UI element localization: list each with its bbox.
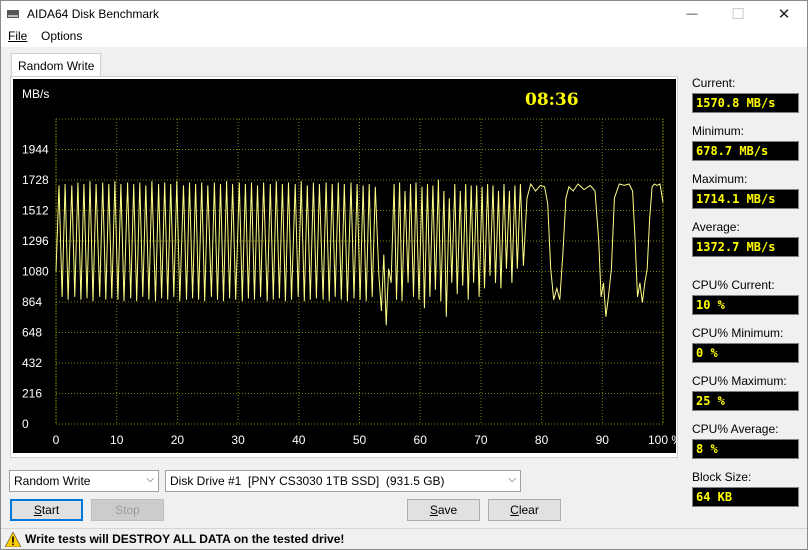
start-label: tart: [41, 503, 60, 517]
current-label: Current:: [692, 76, 736, 90]
y-tick-label: 1296: [22, 234, 49, 248]
save-mnemonic: S: [429, 503, 438, 517]
menu-bar: File Options: [1, 27, 807, 47]
tab-label: Random Write: [18, 59, 95, 73]
warning-text: Write tests will DESTROY ALL DATA on the…: [25, 532, 345, 546]
y-tick-label: 216: [22, 387, 42, 401]
maximum-label: Maximum:: [692, 172, 748, 186]
disk-drive-icon: [7, 10, 19, 18]
close-button[interactable]: ✕: [761, 1, 807, 27]
benchmark-chart: 1944 1728 1512 1296 1080 864 648 432 216 0 0 10 20 3…: [22, 87, 676, 447]
minimize-button[interactable]: —: [669, 1, 715, 27]
save-label: ave: [437, 503, 458, 517]
average-label: Average:: [692, 220, 740, 234]
stop-label: Stop: [115, 503, 140, 517]
minimum-value: 678.7 MB/s: [692, 141, 799, 161]
x-tick-label: 90: [596, 433, 610, 447]
stop-button[interactable]: Stop: [91, 499, 164, 521]
x-tick-label: 40: [292, 433, 306, 447]
current-value: 1570.8 MB/s: [692, 93, 799, 113]
start-button[interactable]: Start: [10, 499, 83, 521]
cpu-average-value: 8 %: [692, 439, 799, 459]
cpu-maximum-label: CPU% Maximum:: [692, 374, 787, 388]
drive-select[interactable]: Disk Drive #1 [PNY CS3030 1TB SSD] (931.…: [165, 470, 521, 492]
cpu-maximum-value: 25 %: [692, 391, 799, 411]
y-tick-label: 648: [22, 326, 42, 340]
elapsed-timer: 08:36: [525, 90, 579, 110]
x-tick-label: 10: [110, 433, 124, 447]
clear-button[interactable]: Clear: [488, 499, 561, 521]
maximum-value: 1714.1 MB/s: [692, 189, 799, 209]
aida64-window: AIDA64 Disk Benchmark — ☐ ✕ File Options…: [0, 0, 808, 550]
block-size-value: 64 KB: [692, 487, 799, 507]
y-tick-label: 1944: [22, 143, 49, 157]
cpu-current-value: 10 %: [692, 295, 799, 315]
cpu-average-label: CPU% Average:: [692, 422, 779, 436]
maximize-icon: ☐: [731, 6, 745, 23]
tab-random-write[interactable]: Random Write: [11, 53, 101, 77]
block-size-label: Block Size:: [692, 470, 752, 484]
menu-file[interactable]: File: [8, 29, 27, 43]
minimize-icon: —: [686, 8, 698, 20]
window-title: AIDA64 Disk Benchmark: [27, 7, 160, 21]
minimum-label: Minimum:: [692, 124, 745, 138]
y-tick-label: 1512: [22, 204, 49, 218]
y-tick-label: 1080: [22, 265, 49, 279]
test-type-value: Random Write: [14, 474, 91, 488]
status-bar: Write tests will DESTROY ALL DATA on the…: [1, 528, 807, 549]
close-icon: ✕: [777, 6, 791, 23]
cpu-minimum-label: CPU% Minimum:: [692, 326, 784, 340]
clear-label: lear: [518, 503, 539, 517]
average-value: 1372.7 MB/s: [692, 237, 799, 257]
series-line: [55, 179, 664, 326]
warning-icon: [5, 532, 21, 547]
start-mnemonic: S: [33, 503, 42, 517]
y-tick-label: 864: [22, 295, 42, 309]
x-tick-label: 20: [171, 433, 185, 447]
y-axis-label: MB/s: [22, 87, 49, 101]
x-tick-label: 80: [535, 433, 549, 447]
y-tick-label: 432: [22, 356, 42, 370]
cpu-current-label: CPU% Current:: [692, 278, 775, 292]
maximize-button[interactable]: ☐: [715, 1, 761, 27]
clear-mnemonic: C: [510, 503, 519, 517]
chevron-down-icon: ⌵: [146, 474, 154, 485]
drive-value: Disk Drive #1 [PNY CS3030 1TB SSD] (931.…: [170, 474, 445, 488]
y-tick-label: 1728: [22, 173, 49, 187]
chevron-down-icon: ⌵: [508, 474, 516, 485]
cpu-minimum-value: 0 %: [692, 343, 799, 363]
x-tick-label: 0: [53, 433, 60, 447]
test-type-select[interactable]: Random Write ⌵: [9, 470, 159, 492]
x-tick-label: 60: [414, 433, 428, 447]
x-tick-label: 70: [474, 433, 488, 447]
y-tick-label: 0: [22, 417, 29, 431]
menu-file-label: File: [8, 29, 28, 43]
x-tick-label: 100 %: [648, 433, 676, 447]
benchmark-graph: 1944 1728 1512 1296 1080 864 648 432 216 0 0 10 20 3…: [13, 79, 676, 453]
title-bar: AIDA64 Disk Benchmark — ☐ ✕: [1, 1, 807, 27]
save-button[interactable]: Save: [407, 499, 480, 521]
x-tick-label: 50: [353, 433, 367, 447]
menu-options-label: Options: [41, 29, 83, 43]
x-tick-label: 30: [231, 433, 245, 447]
menu-options[interactable]: Options: [41, 29, 82, 43]
